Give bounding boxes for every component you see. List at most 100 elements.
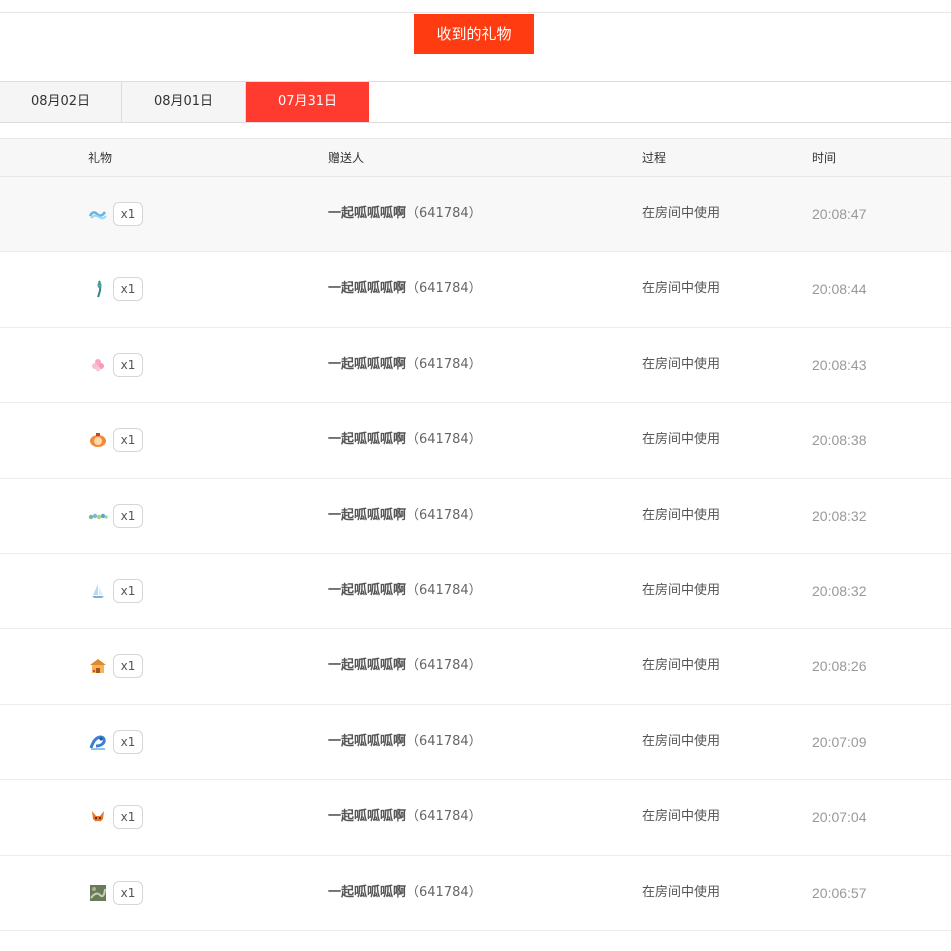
quantity-badge: x1 [113, 503, 143, 528]
sender-cell: 一起呱呱呱啊（641784） [328, 328, 482, 402]
time-cell: 20:08:26 [812, 658, 867, 675]
sender-name: 一起呱呱呱啊 [328, 281, 407, 297]
sender-id: （641784） [406, 356, 482, 372]
gift-cell: x1 [88, 780, 143, 854]
process-cell: 在房间中使用 [642, 432, 721, 448]
column-header-process: 过程 [642, 151, 667, 165]
sender-cell: 一起呱呱呱啊（641784） [328, 780, 482, 854]
quantity-badge: x1 [113, 352, 143, 377]
quantity-badge: x1 [113, 805, 143, 830]
sender-id: （641784） [406, 733, 482, 749]
quantity-badge: x1 [113, 729, 143, 754]
sender-name: 一起呱呱呱啊 [328, 809, 407, 825]
gift-cell: x1 [88, 403, 143, 477]
time-cell: 20:06:57 [812, 884, 867, 901]
sender-name: 一起呱呱呱啊 [328, 432, 407, 448]
tab-date-0731[interactable]: 07月31日 [246, 82, 369, 122]
sender-cell: 一起呱呱呱啊（641784） [328, 403, 482, 477]
table-header: 礼物 赠送人 过程 时间 [0, 138, 951, 177]
sender-id: （641784） [406, 206, 482, 221]
gift-cell: x1 [88, 252, 143, 326]
time-cell: 20:07:04 [812, 809, 867, 826]
table-row: x1 一起呱呱呱啊（641784） 在房间中使用 20:08:47 [0, 177, 951, 253]
tab-date-0802[interactable]: 08月02日 [0, 82, 122, 122]
gift-cell: x1 [88, 629, 143, 703]
sender-name: 一起呱呱呱啊 [328, 658, 407, 674]
process-cell: 在房间中使用 [642, 507, 721, 523]
time-cell: 20:08:32 [812, 582, 867, 599]
quantity-badge: x1 [113, 428, 143, 453]
pink-flower-gift-icon [88, 355, 108, 375]
quantity-badge: x1 [113, 277, 143, 302]
gift-cell: x1 [88, 177, 143, 251]
sender-id: （641784） [406, 281, 482, 297]
fox-gift-icon [88, 807, 108, 827]
peacock-feather-gift-icon [88, 279, 108, 299]
sender-cell: 一起呱呱呱啊（641784） [328, 856, 482, 930]
page-header: 收到的礼物 [0, 13, 951, 81]
sender-name: 一起呱呱呱啊 [328, 582, 407, 598]
sailboat-gift-icon [88, 581, 108, 601]
sender-cell: 一起呱呱呱啊（641784） [328, 554, 482, 628]
column-header-gift: 礼物 [88, 151, 113, 165]
sender-name: 一起呱呱呱啊 [328, 507, 407, 523]
table-row: x1 一起呱呱呱啊（641784） 在房间中使用 20:07:09 [0, 704, 951, 781]
sender-cell: 一起呱呱呱啊（641784） [328, 629, 482, 703]
quantity-badge: x1 [113, 880, 143, 905]
process-cell: 在房间中使用 [642, 582, 721, 598]
table-row: x1 一起呱呱呱啊（641784） 在房间中使用 20:08:38 [0, 403, 951, 479]
gift-cell: x1 [88, 328, 143, 402]
sender-id: （641784） [406, 809, 482, 825]
gift-records-page: 收到的礼物 08月02日 08月01日 07月31日 礼物 赠送人 过程 时间 … [0, 0, 951, 951]
sender-name: 一起呱呱呱啊 [328, 733, 407, 749]
sender-cell: 一起呱呱呱啊（641784） [328, 252, 482, 326]
process-cell: 在房间中使用 [642, 356, 721, 372]
lantern-gift-icon [88, 430, 108, 450]
process-cell: 在房间中使用 [642, 206, 721, 221]
tab-date-0801[interactable]: 08月01日 [122, 82, 246, 122]
sender-cell: 一起呱呱呱啊（641784） [328, 705, 482, 779]
table-row: x1 一起呱呱呱啊（641784） 在房间中使用 20:08:32 [0, 478, 951, 554]
sender-id: （641784） [406, 507, 482, 523]
gift-cell: x1 [88, 554, 143, 628]
gift-cell: x1 [88, 856, 143, 930]
process-cell: 在房间中使用 [642, 809, 721, 825]
quantity-badge: x1 [113, 578, 143, 603]
quantity-badge: x1 [113, 202, 143, 226]
table-body: x1 一起呱呱呱啊（641784） 在房间中使用 20:08:47 x1 一起呱呱呱啊（6… [0, 177, 951, 931]
gift-table: 礼物 赠送人 过程 时间 x1 一起呱呱呱啊（641784） 在房间中使用 20:08… [0, 138, 951, 931]
table-row: x1 一起呱呱呱啊（641784） 在房间中使用 20:06:57 [0, 855, 951, 931]
time-cell: 20:08:44 [812, 281, 867, 298]
sender-name: 一起呱呱呱啊 [328, 884, 407, 900]
table-row: x1 一起呱呱呱啊（641784） 在房间中使用 20:07:04 [0, 780, 951, 856]
process-cell: 在房间中使用 [642, 884, 721, 900]
process-cell: 在房间中使用 [642, 658, 721, 674]
time-cell: 20:08:32 [812, 507, 867, 524]
column-header-sender: 赠送人 [328, 151, 365, 165]
table-row: x1 一起呱呱呱啊（641784） 在房间中使用 20:08:26 [0, 629, 951, 705]
received-gifts-button[interactable]: 收到的礼物 [414, 14, 534, 54]
water-wave-gift-icon [88, 204, 108, 224]
pavilion-gift-icon [88, 656, 108, 676]
time-cell: 20:08:47 [812, 206, 867, 222]
process-cell: 在房间中使用 [642, 281, 721, 297]
sender-name: 一起呱呱呱啊 [328, 356, 407, 372]
sender-cell: 一起呱呱呱啊（641784） [328, 177, 482, 251]
table-row: x1 一起呱呱呱啊（641784） 在房间中使用 20:08:43 [0, 327, 951, 404]
colorful-beads-gift-icon [88, 506, 108, 526]
sender-id: （641784） [406, 432, 482, 448]
table-row: x1 一起呱呱呱啊（641784） 在房间中使用 20:08:44 [0, 252, 951, 328]
gift-cell: x1 [88, 479, 143, 553]
sender-cell: 一起呱呱呱啊（641784） [328, 479, 482, 553]
sender-id: （641784） [406, 658, 482, 674]
blue-dragon-gift-icon [88, 732, 108, 752]
sender-id: （641784） [406, 884, 482, 900]
time-cell: 20:07:09 [812, 733, 867, 750]
column-header-time: 时间 [812, 151, 837, 165]
gift-cell: x1 [88, 705, 143, 779]
time-cell: 20:08:38 [812, 432, 867, 449]
date-tabs: 08月02日 08月01日 07月31日 [0, 81, 951, 123]
quantity-badge: x1 [113, 654, 143, 679]
process-cell: 在房间中使用 [642, 733, 721, 749]
sender-id: （641784） [406, 582, 482, 598]
